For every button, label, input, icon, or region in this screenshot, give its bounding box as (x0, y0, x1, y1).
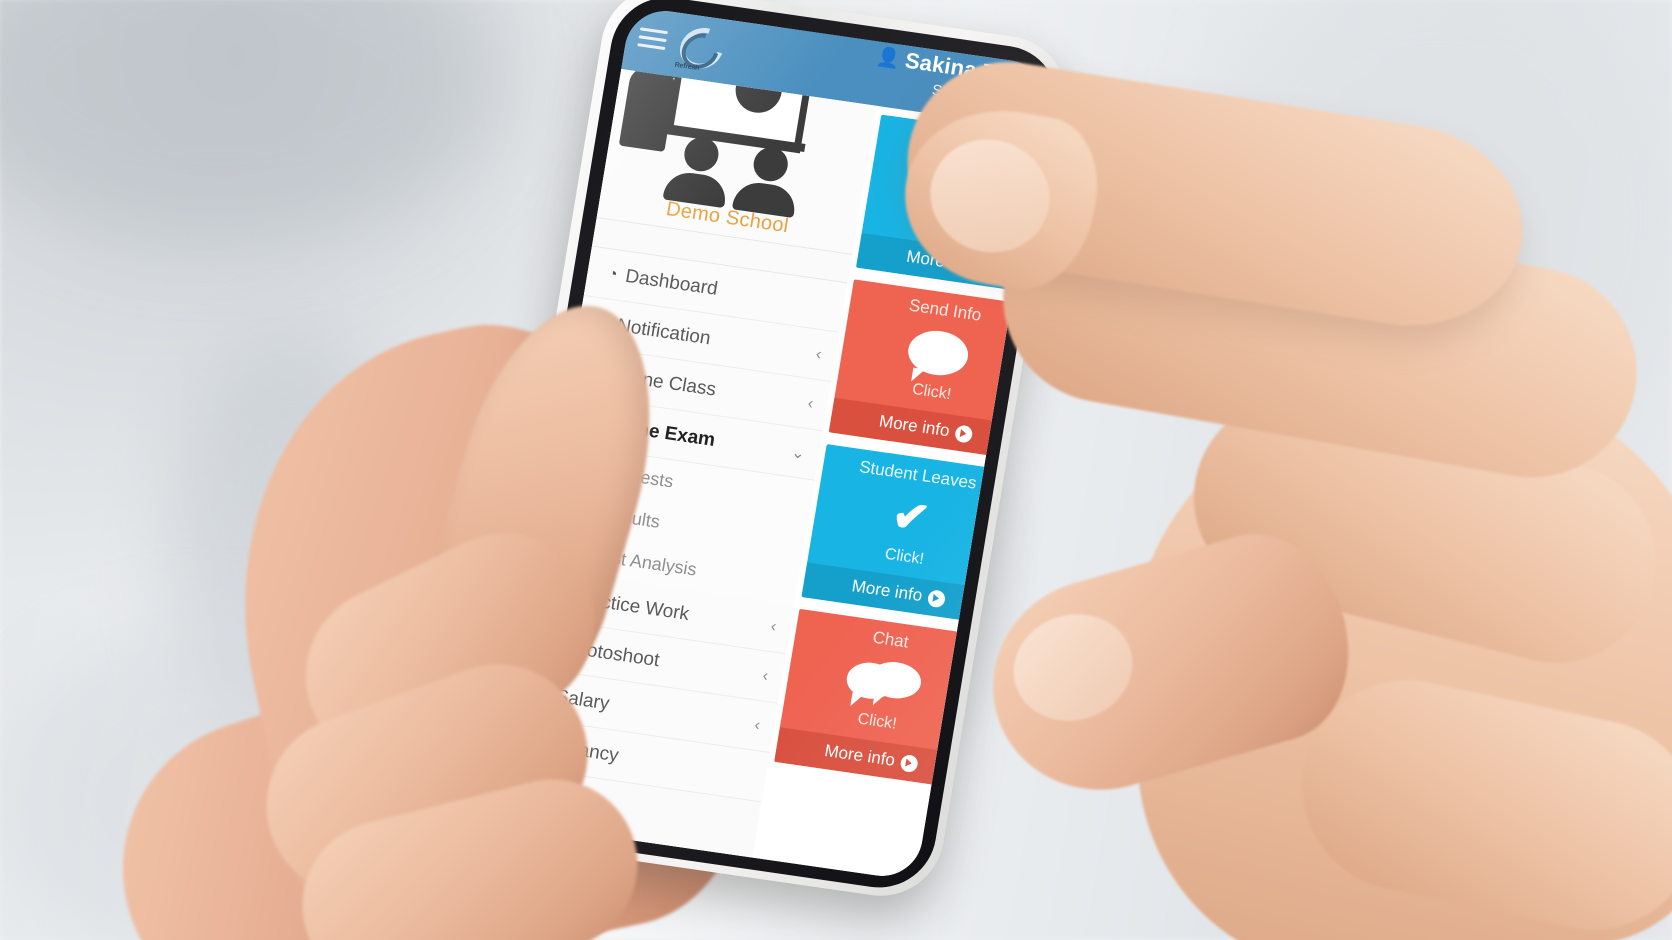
chevron-left-icon (784, 582, 788, 583)
chevron-left-icon: ‹ (769, 617, 778, 636)
more-info-label: More info (877, 411, 952, 441)
chevron-down-icon: ⌄ (790, 443, 807, 463)
refresh-logo-icon[interactable]: Refresh (672, 20, 731, 76)
chevron-left-icon: ‹ (761, 666, 770, 685)
chevron-left-icon: ‹ (753, 716, 762, 734)
hamburger-menu-icon[interactable] (637, 27, 669, 51)
user-icon: 👤 (875, 45, 902, 71)
arrow-right-circle-icon (899, 753, 920, 773)
chevron-left-icon (790, 541, 794, 542)
chevron-left-icon: ‹ (806, 394, 815, 413)
chevron-left-icon (752, 775, 756, 776)
more-info-label: More info (850, 576, 924, 606)
more-info-label: More info (823, 740, 897, 770)
photo-scene: Refresh 👤 Sakina Tea... Session:2020 (0, 0, 1672, 940)
chevron-left-icon (829, 306, 833, 307)
arrow-right-circle-icon (953, 423, 974, 444)
speedometer-icon: ◔ (606, 264, 619, 283)
chevron-left-icon: ‹ (814, 345, 823, 363)
arrow-right-circle-icon (926, 588, 947, 608)
chevron-left-icon (797, 499, 801, 500)
